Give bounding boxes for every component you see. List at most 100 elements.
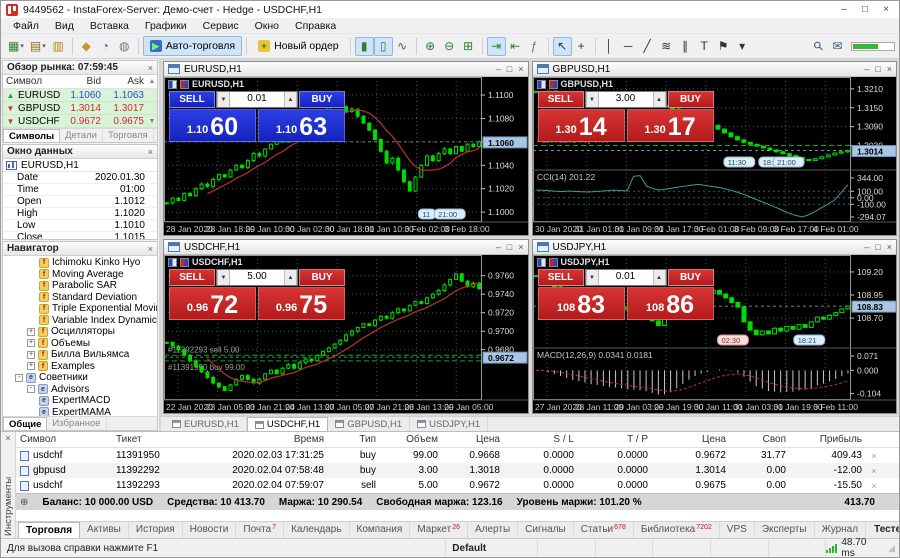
collapse-icon[interactable]: - bbox=[15, 374, 23, 382]
column-symbol[interactable]: Символ bbox=[3, 76, 61, 87]
terminal-tab-торговля[interactable]: Торговля bbox=[18, 522, 80, 538]
volume-decrease-icon[interactable]: ▼ bbox=[586, 270, 599, 285]
depth-of-market-icon[interactable] bbox=[180, 258, 189, 267]
chart-window-titlebar[interactable]: EURUSD,H1–□× bbox=[164, 62, 528, 77]
one-click-toggle-icon[interactable] bbox=[168, 80, 177, 89]
text-icon[interactable]: T bbox=[695, 37, 714, 56]
volume-value[interactable]: 0.01 bbox=[599, 270, 653, 285]
navigator-tab-item[interactable]: Избранное bbox=[47, 417, 106, 430]
chart-window-titlebar[interactable]: USDCHF,H1–□× bbox=[164, 240, 528, 255]
buy-button[interactable]: BUY bbox=[668, 269, 714, 286]
chat-icon[interactable]: ✉ bbox=[828, 37, 847, 56]
volume-decrease-icon[interactable]: ▼ bbox=[217, 92, 230, 107]
chart-shift-icon[interactable]: ⇤ bbox=[506, 37, 525, 56]
profiles-icon[interactable]: ▤▾ bbox=[27, 37, 49, 56]
volume-value[interactable]: 3.00 bbox=[599, 92, 653, 107]
terminal-column-header[interactable]: Цена bbox=[442, 434, 504, 445]
menu-item[interactable]: Вид bbox=[47, 20, 82, 32]
terminal-close-icon[interactable]: × bbox=[5, 433, 10, 443]
position-row[interactable]: gbpusd113922922020.02.04 07:58:48buy3.00… bbox=[16, 463, 899, 478]
menu-item[interactable]: Вставка bbox=[82, 20, 137, 32]
chart-maximize-button[interactable]: □ bbox=[507, 242, 512, 252]
status-profile[interactable]: Default bbox=[446, 539, 538, 557]
history-center-icon[interactable]: ▥ bbox=[49, 37, 68, 56]
data-window-icon[interactable]: ◔ bbox=[96, 37, 115, 56]
terminal-tab-журнал[interactable]: Журнал bbox=[815, 522, 867, 538]
navigator-item[interactable]: fTriple Exponential Movin bbox=[3, 303, 157, 315]
expand-icon[interactable]: + bbox=[27, 339, 35, 347]
terminal-column-header[interactable]: Прибыль bbox=[790, 434, 866, 445]
toolbox-vertical-label[interactable]: Инструменты bbox=[3, 443, 14, 538]
terminal-tab-активы[interactable]: Активы bbox=[80, 522, 129, 538]
market-watch-icon[interactable]: ◆ bbox=[77, 37, 96, 56]
one-click-toggle-icon[interactable] bbox=[537, 80, 546, 89]
indicators-icon[interactable]: ƒ bbox=[525, 37, 544, 56]
tile-windows-icon[interactable]: ⊞ bbox=[459, 37, 478, 56]
shapes-icon[interactable]: ⚑ bbox=[714, 37, 733, 56]
close-position-button[interactable]: × bbox=[866, 466, 882, 476]
candlestick-icon[interactable]: ▯ bbox=[374, 37, 393, 56]
chart-tab-item[interactable]: EURUSD,H1 bbox=[165, 417, 247, 431]
depth-of-market-icon[interactable] bbox=[549, 258, 558, 267]
buy-price-button[interactable]: 10886 bbox=[627, 287, 714, 320]
market-watch-row[interactable]: ▲EURUSD1.10601.1063 bbox=[3, 89, 157, 102]
bar-chart-icon[interactable]: ▮ bbox=[355, 37, 374, 56]
navigator-item[interactable]: eExpertMACD bbox=[3, 395, 157, 407]
volume-decrease-icon[interactable]: ▼ bbox=[586, 92, 599, 107]
terminal-column-header[interactable]: S / L bbox=[504, 434, 578, 445]
depth-of-market-icon[interactable] bbox=[180, 80, 189, 89]
one-click-toggle-icon[interactable] bbox=[537, 258, 546, 267]
navigator-item[interactable]: fStandard Deviation bbox=[3, 292, 157, 304]
navigator-item[interactable]: fIchimoku Kinko Hyo bbox=[3, 257, 157, 269]
new-chart-icon[interactable]: ▦▾ bbox=[5, 37, 27, 56]
column-ask[interactable]: Ask bbox=[104, 76, 147, 87]
terminal-column-header[interactable]: Цена bbox=[652, 434, 730, 445]
navigator-item[interactable]: fParabolic SAR bbox=[3, 280, 157, 292]
crosshair-icon[interactable]: + bbox=[572, 37, 591, 56]
volume-decrease-icon[interactable]: ▼ bbox=[217, 270, 230, 285]
market-watch-tab-active[interactable]: Символы bbox=[3, 129, 60, 142]
terminal-tab-сигналы[interactable]: Сигналы bbox=[518, 522, 574, 538]
navigator-item[interactable]: fMoving Average bbox=[3, 269, 157, 281]
expand-icon[interactable]: + bbox=[27, 351, 35, 359]
sell-button[interactable]: SELL bbox=[169, 269, 215, 286]
terminal-tab-статьи[interactable]: Статьи678 bbox=[574, 522, 634, 538]
data-window-close-icon[interactable]: × bbox=[148, 147, 153, 157]
close-button[interactable]: × bbox=[878, 2, 894, 17]
menu-item[interactable]: Файл bbox=[5, 20, 47, 32]
volume-increase-icon[interactable]: ▲ bbox=[284, 270, 297, 285]
chart-maximize-button[interactable]: □ bbox=[507, 64, 512, 74]
market-watch-row[interactable]: ▼USDCHF0.96720.9675▼ bbox=[3, 115, 157, 128]
buy-button[interactable]: BUY bbox=[299, 269, 345, 286]
terminal-column-header[interactable]: Своп bbox=[730, 434, 790, 445]
terminal-tab-новости[interactable]: Новости bbox=[183, 522, 237, 538]
navigator-item[interactable]: +fБилла Вильямса bbox=[3, 349, 157, 361]
terminal-tab-алерты[interactable]: Алерты bbox=[468, 522, 518, 538]
menu-item[interactable]: Окно bbox=[247, 20, 287, 32]
chart-close-button[interactable]: × bbox=[518, 242, 523, 252]
buy-price-button[interactable]: 1.1063 bbox=[258, 109, 345, 142]
buy-button[interactable]: BUY bbox=[299, 91, 345, 108]
chart-maximize-button[interactable]: □ bbox=[875, 64, 880, 74]
navigator-tab-active[interactable]: Общие bbox=[3, 417, 47, 430]
terminal-tab-календарь[interactable]: Календарь bbox=[284, 522, 349, 538]
chart-window-titlebar[interactable]: USDJPY,H1–□× bbox=[533, 240, 897, 255]
market-watch-tab-item[interactable]: Тик bbox=[154, 129, 157, 142]
navigator-item[interactable]: -eAdvisors bbox=[3, 384, 157, 396]
terminal-column-header[interactable]: Тикет bbox=[112, 434, 192, 445]
sell-button[interactable]: SELL bbox=[169, 91, 215, 108]
depth-of-market-icon[interactable] bbox=[549, 80, 558, 89]
new-order-button[interactable]: +Новый ордер bbox=[251, 36, 346, 56]
terminal-tab-почта[interactable]: Почта7 bbox=[236, 522, 284, 538]
scroll-up-icon[interactable]: ▲ bbox=[147, 78, 157, 85]
buy-price-button[interactable]: 0.9675 bbox=[258, 287, 345, 320]
volume-stepper[interactable]: ▼5.00▲ bbox=[216, 269, 298, 286]
maximize-button[interactable]: □ bbox=[857, 2, 873, 17]
navigator-item[interactable]: +fОсцилляторы bbox=[3, 326, 157, 338]
market-watch-tab-item[interactable]: Детали bbox=[60, 129, 103, 142]
chart-close-button[interactable]: × bbox=[887, 64, 892, 74]
navigator-item[interactable]: +fОбъемы bbox=[3, 338, 157, 350]
volume-stepper[interactable]: ▼3.00▲ bbox=[585, 91, 667, 108]
column-bid[interactable]: Bid bbox=[61, 76, 104, 87]
navigator-item[interactable]: +fExamples bbox=[3, 361, 157, 373]
